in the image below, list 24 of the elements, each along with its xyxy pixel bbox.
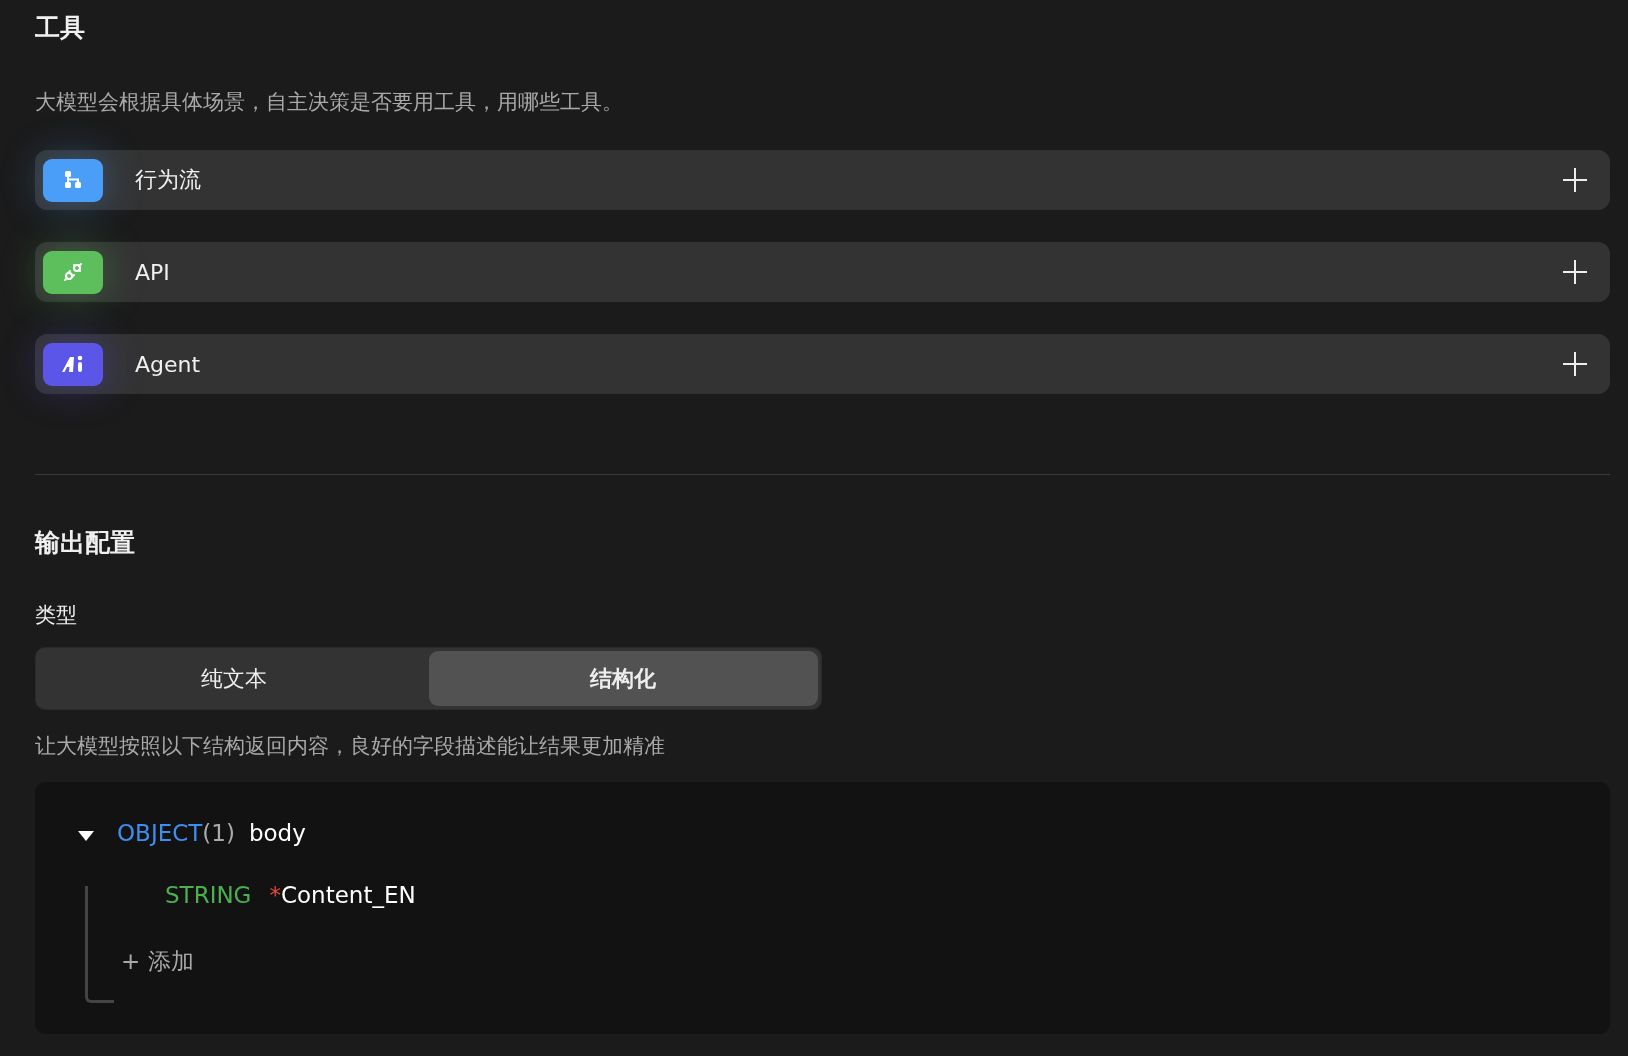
- add-icon[interactable]: [1562, 167, 1588, 193]
- segment-tab[interactable]: 纯文本: [39, 651, 429, 706]
- hint-text: 让大模型按照以下结构返回内容，良好的字段描述能让结果更加精准: [35, 733, 666, 760]
- count-text: (1): [202, 820, 235, 846]
- section-title: 输出配置: [35, 527, 136, 559]
- caret-icon[interactable]: [77, 830, 95, 842]
- field-label: 类型: [35, 602, 78, 629]
- add-link[interactable]: + 添加: [121, 948, 194, 974]
- tool-label: API: [135, 259, 171, 285]
- field-name: body: [248, 820, 306, 846]
- field-name: *Content_EN: [269, 882, 416, 908]
- type-text: STRING: [165, 882, 252, 908]
- tool-row[interactable]: API: [35, 242, 1610, 302]
- tool-row[interactable]: Agent: [35, 334, 1610, 394]
- tool-row[interactable]: 行为流: [35, 150, 1610, 210]
- add-icon[interactable]: [1562, 351, 1588, 377]
- section-description: 大模型会根据具体场景，自主决策是否要用工具，用哪些工具。: [35, 89, 624, 116]
- required-mark: *: [269, 882, 281, 908]
- segment-tab[interactable]: 结构化: [428, 651, 818, 706]
- tool-label: 行为流: [135, 166, 202, 194]
- tool-label: Agent: [135, 351, 202, 377]
- section-title: 工具: [35, 12, 86, 44]
- add-icon[interactable]: [1562, 259, 1588, 285]
- type-text: OBJECT: [117, 820, 203, 846]
